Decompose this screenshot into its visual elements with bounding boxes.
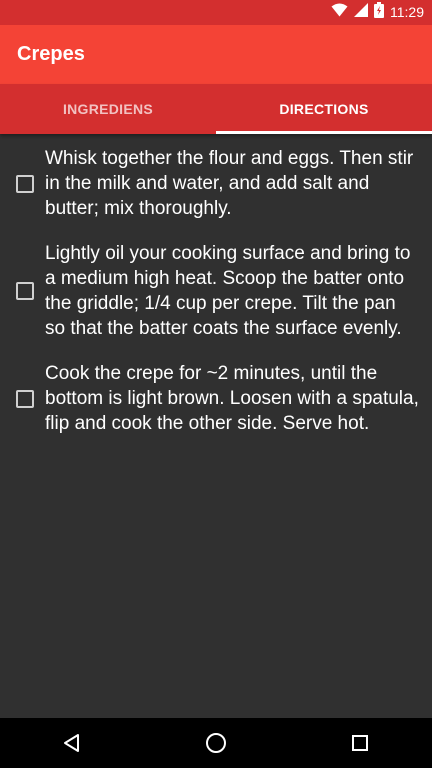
app-title: Crepes (17, 43, 85, 65)
step-checkbox[interactable] (16, 282, 34, 300)
tab-bar: INGREDIENS DIRECTIONS (0, 84, 432, 134)
wifi-icon (331, 3, 348, 22)
step-checkbox[interactable] (16, 389, 34, 408)
app-bar: Crepes (0, 25, 432, 84)
back-icon[interactable] (42, 718, 102, 768)
battery-icon (374, 2, 384, 23)
direction-item[interactable]: Whisk together the flour and eggs. Then … (0, 146, 432, 221)
step-checkbox[interactable] (16, 174, 34, 193)
direction-item[interactable]: Cook the crepe for ~2 minutes, until the… (0, 361, 432, 436)
direction-item[interactable]: Lightly oil your cooking surface and bri… (0, 241, 432, 341)
direction-text: Lightly oil your cooking surface and bri… (45, 243, 411, 339)
tab-directions[interactable]: DIRECTIONS (216, 84, 432, 134)
direction-text: Whisk together the flour and eggs. Then … (45, 148, 414, 219)
directions-list: Whisk together the flour and eggs. Then … (0, 134, 432, 436)
tab-ingredients[interactable]: INGREDIENS (0, 84, 216, 134)
recents-icon[interactable] (330, 718, 390, 768)
direction-text: Cook the crepe for ~2 minutes, until the… (45, 363, 419, 434)
status-icons: 11:29 (331, 0, 424, 25)
navigation-bar (0, 718, 432, 768)
home-icon[interactable] (186, 718, 246, 768)
status-bar: 11:29 (0, 0, 432, 25)
cell-signal-icon (354, 3, 368, 22)
status-time: 11:29 (390, 4, 424, 20)
